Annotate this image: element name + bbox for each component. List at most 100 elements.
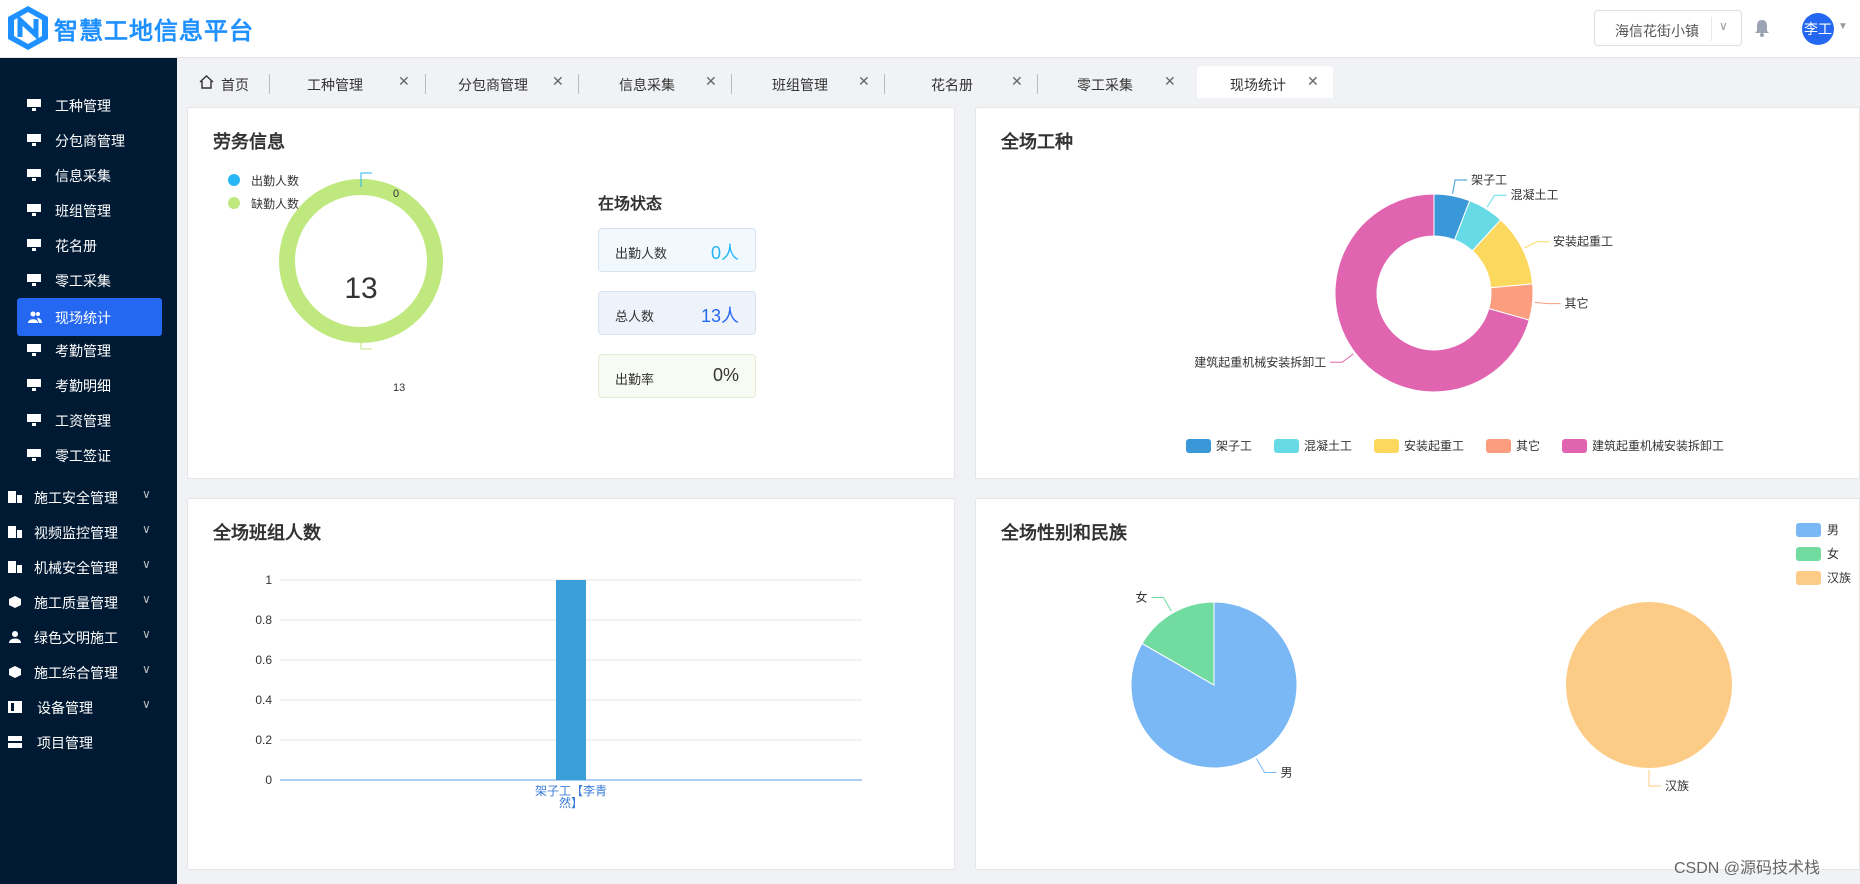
gender-ethnicity-card: 全场性别和民族 男女汉族男女汉族 [975,498,1860,870]
sidebar: 工种管理 分包商管理 信息采集 班组管理 花名册 零工采集 现场统计 考勤管理 … [0,58,177,884]
monitor-icon [27,379,41,391]
stat-rate: 出勤率 0% [598,354,756,398]
monitor-icon [27,239,41,251]
close-icon[interactable]: ✕ [1164,73,1176,90]
close-icon[interactable]: ✕ [705,73,717,90]
tab-divider [884,74,885,94]
sidebar-item-temp-visa[interactable]: 零工签证 [0,436,177,474]
sidebar-group-project[interactable]: 项目管理 [0,723,177,761]
sidebar-item-roster[interactable]: 花名册 [0,226,177,264]
legend-marker [228,197,240,209]
sidebar-group-label: 机械安全管理 [34,560,118,576]
sidebar-group-equipment[interactable]: 设备管理 ∨ [0,688,177,726]
sidebar-item-label: 工资管理 [55,413,111,429]
tab-bar: 首页 工种管理 ✕ 分包商管理 ✕ 信息采集 ✕ 班组管理 ✕ 花名册 ✕ 零工… [177,58,1860,98]
close-icon[interactable]: ✕ [1011,73,1023,90]
sidebar-item-attendance-detail[interactable]: 考勤明细 [0,366,177,404]
gender-ethnicity-pie-chart: 男女汉族男女汉族 [1130,523,1851,793]
label-leader-line [1452,179,1468,194]
sidebar-group-green[interactable]: 绿色文明施工 ∨ [0,618,177,656]
monitor-icon [27,414,41,426]
watermark: CSDN @源码技术栈 [1674,860,1821,877]
y-tick-label: 0.4 [255,693,272,707]
building-icon [8,526,22,538]
tab-subcontractor[interactable]: 分包商管理 ✕ [427,66,577,98]
sidebar-item-attendance[interactable]: 考勤管理 [0,331,177,369]
donut-label-top: 0 [393,188,400,200]
bell-icon[interactable] [1752,18,1772,38]
team-count-card: 全场班组人数 0 0.2 0.4 0.6 0.8 1 架子工【李青 然】 [187,498,955,870]
slice-label: 女 [1135,590,1147,605]
sidebar-item-label: 工种管理 [55,98,111,114]
sidebar-item-temp-collection[interactable]: 零工采集 [0,261,177,299]
sidebar-item-subcontractor[interactable]: 分包商管理 [0,121,177,159]
tab-label: 工种管理 [307,77,363,93]
sidebar-group-label: 施工综合管理 [34,665,118,681]
tab-work-type[interactable]: 工种管理 ✕ [273,66,423,98]
legend-label: 建筑起重机械安装拆卸工 [1592,438,1724,453]
legend-label: 男 [1827,523,1839,537]
y-tick-label: 1 [265,573,272,587]
chevron-down-icon: ∨ [1719,19,1728,33]
label-leader-line [1534,301,1561,305]
building-icon [8,491,22,503]
slice-label: 男 [1281,765,1293,779]
work-type-card: 全场工种 架子工 混凝土工 安装起重工 其它 建筑起重机械安装拆卸工 架子工 混凝土工 安装起… [975,107,1860,479]
legend-label: 安装起重工 [1404,438,1464,453]
sidebar-group-label: 施工质量管理 [34,595,118,611]
label-leader-line [1151,597,1172,612]
app-logo-icon [8,6,48,50]
sidebar-group-quality[interactable]: 施工质量管理 ∨ [0,583,177,621]
tab-label: 零工采集 [1077,77,1133,93]
sidebar-item-label: 班组管理 [55,203,111,219]
sidebar-item-label: 现场统计 [55,310,111,326]
close-icon[interactable]: ✕ [858,73,870,90]
sidebar-item-wages[interactable]: 工资管理 [0,401,177,439]
stat-key: 出勤率 [615,372,655,387]
site-select[interactable]: 海信花街小镇 ∨ [1594,10,1742,46]
y-tick-label: 0.2 [255,733,272,747]
site-select-value: 海信花街小镇 [1615,23,1699,39]
attendance-donut [279,172,443,350]
tab-home[interactable]: 首页 [195,66,265,98]
tab-team[interactable]: 班组管理 ✕ [733,66,883,98]
sidebar-item-label: 零工签证 [55,448,111,464]
close-icon[interactable]: ✕ [398,73,410,90]
chevron-down-icon: ∨ [142,487,151,501]
app-title: 智慧工地信息平台 [54,18,254,45]
user-avatar[interactable]: 李工 [1802,13,1834,45]
slice-label: 建筑起重机械安装拆卸工 [1194,354,1326,369]
stat-key: 总人数 [615,309,655,324]
legend-marker [228,174,240,186]
tab-info-collection[interactable]: 信息采集 ✕ [580,66,730,98]
tab-roster[interactable]: 花名册 ✕ [886,66,1036,98]
y-tick-label: 0 [265,773,272,787]
tab-divider [425,74,426,94]
user-menu-chevron-icon[interactable]: ▼ [1838,21,1848,32]
chevron-down-icon: ∨ [142,557,151,571]
sidebar-group-general[interactable]: 施工综合管理 ∨ [0,653,177,691]
legend-swatch [1374,439,1399,453]
legend-label: 架子工 [1216,439,1252,453]
chevron-down-icon: ∨ [142,662,151,676]
close-icon[interactable]: ✕ [1307,73,1319,90]
sidebar-group-video[interactable]: 视频监控管理 ∨ [0,513,177,551]
sidebar-group-safety[interactable]: 施工安全管理 ∨ [0,478,177,516]
sidebar-item-label: 考勤管理 [55,343,111,359]
team-count-bar-chart: 00.20.40.60.81架子工【李青然】 [255,573,862,810]
monitor-icon [27,99,41,111]
tab-label: 首页 [221,77,249,93]
sidebar-item-team[interactable]: 班组管理 [0,191,177,229]
stat-attend: 出勤人数 0人 [598,228,756,272]
users-icon [28,311,42,323]
sidebar-item-info-collection[interactable]: 信息采集 [0,156,177,194]
sidebar-item-label: 零工采集 [55,273,111,289]
stat-value: 13人 [700,306,739,326]
tab-temp-collection[interactable]: 零工采集 ✕ [1039,66,1189,98]
server-icon [8,736,22,748]
sidebar-group-machinery[interactable]: 机械安全管理 ∨ [0,548,177,586]
legend-swatch [1796,523,1821,537]
sidebar-item-work-type[interactable]: 工种管理 [0,86,177,124]
close-icon[interactable]: ✕ [552,73,564,90]
tab-site-stats[interactable]: 现场统计 ✕ [1197,66,1333,98]
